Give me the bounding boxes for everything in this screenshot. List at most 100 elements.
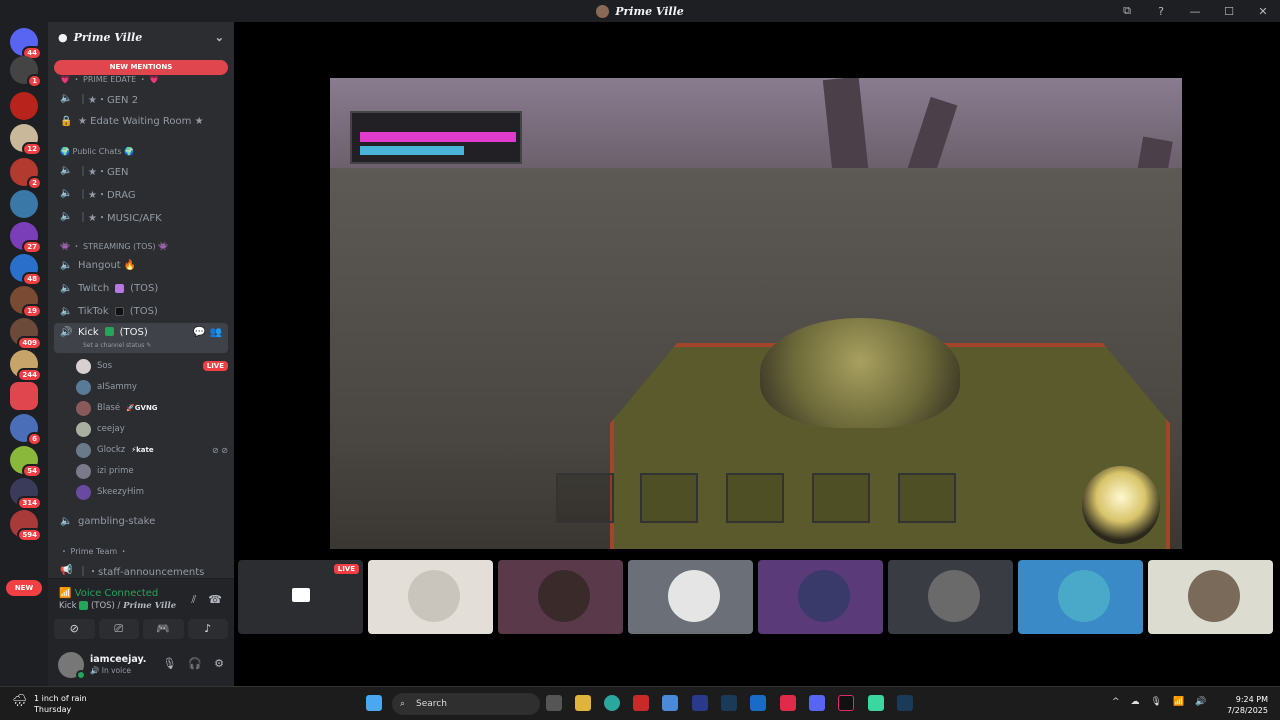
server-icon-server-11[interactable]: 244	[10, 350, 42, 382]
disconnect-icon[interactable]: ☎	[208, 593, 222, 607]
youtube-icon[interactable]	[780, 695, 796, 711]
invite-icon[interactable]: 👥	[210, 327, 222, 338]
participant-tile[interactable]	[1148, 560, 1273, 634]
server-icon-server-2[interactable]: 1	[10, 56, 42, 88]
microphone-icon[interactable]: 🎙	[162, 657, 176, 670]
gear-icon[interactable]: ⚙	[214, 657, 224, 670]
voice-user[interactable]: Blasé 🚀GVNG	[76, 398, 228, 418]
channel-drag[interactable]: 🔈 ｜★・DRAG	[54, 183, 228, 203]
server-icon-server-12[interactable]	[10, 382, 38, 410]
server-icon-discord-home[interactable]: 44	[10, 28, 42, 60]
participant-tile[interactable]	[498, 560, 623, 634]
discord-icon[interactable]	[809, 695, 825, 711]
avatar[interactable]	[58, 652, 86, 680]
voice-user-name: aISammy	[97, 382, 137, 392]
participant-tile[interactable]	[368, 560, 493, 634]
outlook-icon[interactable]	[750, 695, 766, 711]
steam-icon[interactable]	[721, 695, 737, 711]
microphone-icon[interactable]: 🎙	[1151, 697, 1162, 707]
voice-user[interactable]: Glockz ⚡kate ⊘ ⊘	[76, 440, 228, 460]
tiktok-icon[interactable]	[838, 695, 854, 711]
category-prime-team[interactable]: ・ Prime Team ・	[54, 544, 228, 558]
headphones-icon[interactable]: 🎧	[188, 657, 202, 670]
weather-widget[interactable]: 🌧 1 inch of rain Thursday	[12, 693, 87, 715]
chevron-up-icon[interactable]: ^	[1112, 697, 1120, 707]
channel-gambling[interactable]: 🔈 gambling-stake	[54, 511, 228, 531]
channel-twitch[interactable]: 🔈 Twitch (TOS)	[54, 278, 228, 298]
avatar	[538, 570, 590, 622]
server-icon-server-15[interactable]: 314	[10, 478, 42, 510]
server-icon-server-16[interactable]: 594	[10, 510, 42, 542]
inbox-icon[interactable]: ⧉	[1110, 4, 1144, 18]
channel-kick[interactable]: 🔊 Kick (TOS) 💬 👥 Set a channel status ✎	[54, 323, 228, 353]
help-icon[interactable]: ?	[1144, 5, 1178, 18]
server-icon-server-5[interactable]: 2	[10, 158, 42, 190]
channel-gen[interactable]: 🔈 ｜★・GEN	[54, 160, 228, 180]
participant-tile[interactable]	[1018, 560, 1143, 634]
voice-user[interactable]: aISammy	[76, 377, 228, 397]
voice-user-name: Glockz	[97, 445, 126, 455]
category-prime-edate[interactable]: 💗 ・ PRIME EDATE ・ 💗	[54, 72, 228, 86]
camera-off-button[interactable]: ⊘	[54, 619, 95, 639]
speaker-icon: 🔈	[60, 305, 73, 317]
new-pill[interactable]: NEW	[6, 580, 42, 596]
channel-tiktok[interactable]: 🔈 TikTok (TOS)	[54, 301, 228, 321]
close-button[interactable]: ✕	[1246, 5, 1280, 18]
username[interactable]: iamceejay.	[90, 654, 146, 665]
channel-status[interactable]: Set a channel status ✎	[83, 342, 151, 349]
category-streaming[interactable]: 👾 ・ STREAMING (TOS) 👾	[54, 239, 228, 253]
network-off-icon[interactable]: ☁	[1131, 697, 1140, 707]
server-icon-server-7[interactable]: 27	[10, 222, 42, 254]
task-view-icon[interactable]	[546, 695, 562, 711]
minimize-button[interactable]: —	[1178, 5, 1212, 18]
server-icon-server-4[interactable]: 12	[10, 124, 42, 156]
participant-tile[interactable]	[758, 560, 883, 634]
server-icon-server-9[interactable]: 19	[10, 286, 42, 318]
server-icon-server-8[interactable]: 48	[10, 254, 42, 286]
server-icon-server-6[interactable]	[10, 190, 38, 218]
server-icon-server-14[interactable]: 54	[10, 446, 42, 478]
maximize-button[interactable]: ☐	[1212, 5, 1246, 18]
wifi-icon[interactable]: 📶	[1173, 697, 1184, 707]
mcafee-icon[interactable]	[633, 695, 649, 711]
participant-tile[interactable]	[888, 560, 1013, 634]
edge-icon[interactable]	[604, 695, 620, 711]
voice-user[interactable]: Sos LIVE	[76, 356, 228, 376]
server-icon-server-10[interactable]: 409	[10, 318, 42, 350]
chat-icon[interactable]: 💬	[193, 327, 205, 338]
search-input[interactable]: ⌕ Search	[392, 693, 540, 715]
channel-gen2[interactable]: 🔈 ｜★・GEN 2	[54, 88, 228, 108]
volume-icon[interactable]: 🔊	[1195, 697, 1206, 707]
screen-share-button[interactable]: ⎚	[98, 619, 139, 639]
voice-user[interactable]: SkeezyHim	[76, 482, 228, 502]
soundboard-button[interactable]: ♪	[187, 619, 228, 639]
steam-icon[interactable]	[897, 695, 913, 711]
stream-video[interactable]	[330, 78, 1182, 549]
search-icon: ⌕	[400, 699, 406, 709]
unread-badge: 48	[22, 272, 42, 286]
channel-staff-announcements[interactable]: 📢 ｜・staff-announcements	[54, 560, 228, 580]
chevron-down-icon: ⌄	[214, 30, 224, 44]
megaphone-icon: 📢	[60, 564, 73, 576]
start-icon[interactable]	[366, 695, 382, 711]
participant-tile[interactable]	[628, 560, 753, 634]
app-icon[interactable]	[868, 695, 884, 711]
noise-suppression-icon[interactable]: ⫽	[191, 593, 196, 607]
voice-channel-info[interactable]: Kick (TOS) / Prime Ville	[59, 601, 176, 611]
voice-status[interactable]: 📶 Voice Connected	[59, 588, 158, 599]
voice-user[interactable]: izi prime	[76, 461, 228, 481]
clock[interactable]: 9:24 PM 7/28/2025	[1220, 694, 1268, 716]
category-public[interactable]: 🌍 Public Chats 🌍	[54, 144, 228, 158]
app-icon[interactable]	[692, 695, 708, 711]
app-icon[interactable]	[662, 695, 678, 711]
server-icon-server-3[interactable]	[10, 92, 38, 120]
server-header[interactable]: ● Prime Ville ⌄	[48, 22, 234, 52]
channel-edate-waiting[interactable]: 🔒 ★ Edate Waiting Room ★	[54, 111, 228, 131]
voice-user[interactable]: ceejay	[76, 419, 228, 439]
file-explorer-icon[interactable]	[575, 695, 591, 711]
server-icon-server-13[interactable]: 6	[10, 414, 42, 446]
activity-button[interactable]: 🎮	[143, 619, 184, 639]
channel-hangout[interactable]: 🔈 Hangout 🔥	[54, 255, 228, 275]
stream-preview-tile[interactable]: LIVE	[238, 560, 363, 634]
channel-music[interactable]: 🔈 ｜★・MUSIC/AFK	[54, 206, 228, 226]
